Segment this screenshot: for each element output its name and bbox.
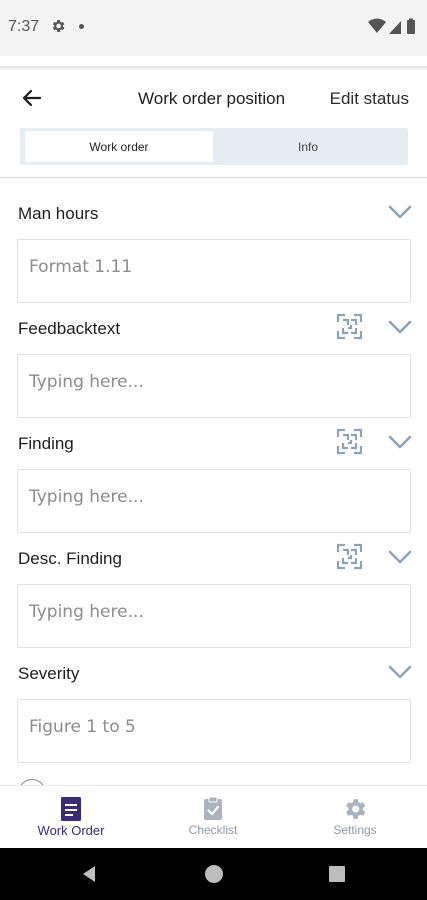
edit-status-button[interactable]: Edit status bbox=[330, 89, 409, 109]
settings-notification-icon bbox=[52, 20, 65, 32]
system-navigation-bar bbox=[0, 848, 427, 900]
feedbacktext-input-box bbox=[17, 354, 411, 418]
field-label: Desc. Finding bbox=[18, 549, 122, 568]
chevron-down-icon[interactable] bbox=[387, 432, 413, 452]
tab-work-order[interactable]: Work order bbox=[25, 131, 213, 162]
severity-input-box bbox=[17, 699, 411, 763]
field-label: Severity bbox=[18, 664, 80, 683]
chevron-down-icon[interactable] bbox=[387, 317, 413, 337]
battery-icon bbox=[407, 20, 415, 34]
chevron-down-icon[interactable] bbox=[387, 547, 413, 567]
field-label: Finding bbox=[18, 434, 74, 453]
checklist-icon bbox=[204, 796, 222, 820]
work-order-icon bbox=[61, 797, 81, 821]
cellular-signal-icon bbox=[389, 21, 401, 34]
system-back-icon[interactable] bbox=[80, 865, 98, 883]
nav-label: Work Order bbox=[37, 823, 105, 838]
field-label: Man hours bbox=[18, 204, 99, 223]
system-status-icons bbox=[368, 18, 415, 34]
nav-item-checklist[interactable]: Checklist bbox=[142, 786, 284, 849]
field-label: Feedbacktext bbox=[18, 319, 121, 338]
tab-info[interactable]: Info bbox=[213, 131, 403, 162]
settings-gear-icon bbox=[346, 799, 366, 819]
nav-item-settings[interactable]: Settings bbox=[284, 786, 426, 849]
chevron-down-icon[interactable] bbox=[387, 662, 413, 682]
feedbacktext-input[interactable] bbox=[18, 361, 410, 403]
desc-finding-input[interactable] bbox=[18, 591, 410, 633]
work-order-form: Man hours Feedbacktext Finding bbox=[0, 179, 427, 785]
notification-dot-icon bbox=[79, 24, 84, 29]
status-time: 7:37 bbox=[8, 18, 40, 35]
qr-scan-icon[interactable] bbox=[336, 428, 363, 455]
nav-label: Checklist bbox=[188, 823, 238, 837]
man-hours-input[interactable] bbox=[18, 246, 410, 288]
system-home-icon[interactable] bbox=[205, 865, 223, 883]
page-title: Work order position bbox=[138, 89, 286, 108]
desc-finding-input-box bbox=[17, 584, 411, 648]
severity-input[interactable] bbox=[18, 706, 410, 748]
bottom-navigation: Work Order Checklist Settings bbox=[0, 785, 427, 848]
back-arrow-icon[interactable] bbox=[20, 86, 44, 110]
wifi-icon bbox=[368, 18, 386, 33]
qr-scan-icon[interactable] bbox=[336, 543, 363, 570]
app-header: Work order position Edit status Work ord… bbox=[0, 70, 427, 178]
chevron-down-icon[interactable] bbox=[387, 202, 413, 222]
nav-label: Settings bbox=[333, 823, 377, 837]
man-hours-input-box bbox=[17, 239, 411, 303]
qr-scan-icon[interactable] bbox=[336, 313, 363, 340]
tab-switcher: Work order Info bbox=[20, 128, 408, 165]
system-recents-icon[interactable] bbox=[329, 866, 345, 882]
nav-item-work-order[interactable]: Work Order bbox=[0, 786, 142, 849]
finding-input-box bbox=[17, 469, 411, 533]
finding-input[interactable] bbox=[18, 476, 410, 518]
status-bar: 7:37 bbox=[0, 0, 427, 56]
